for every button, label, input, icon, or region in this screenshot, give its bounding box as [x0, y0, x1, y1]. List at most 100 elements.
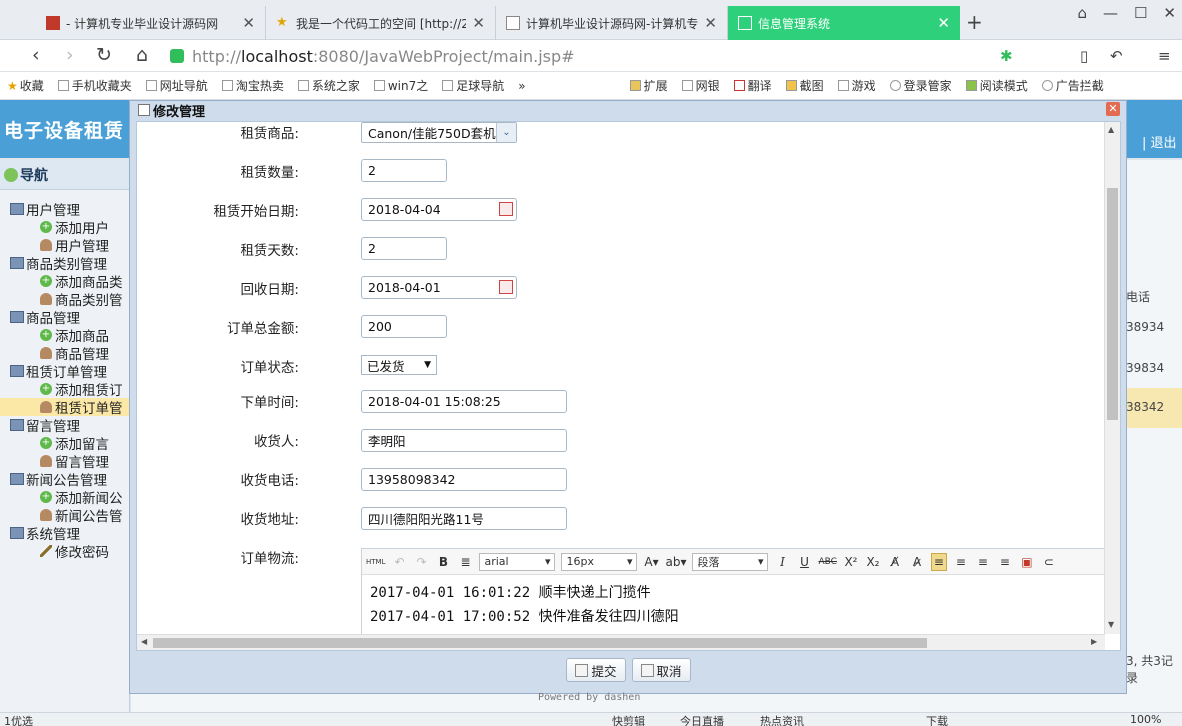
zoom-level[interactable]: 100%: [1130, 713, 1161, 726]
login-manager-button[interactable]: 登录管家: [883, 77, 959, 94]
new-tab-button[interactable]: +: [966, 10, 983, 34]
minimize-icon[interactable]: —: [1103, 4, 1118, 22]
font-family-select[interactable]: arial ▾: [479, 552, 556, 571]
tree-group[interactable]: 商品类别管理: [0, 254, 129, 272]
bookmark-item[interactable]: 足球导航: [435, 77, 511, 94]
clear-format-icon[interactable]: A̸: [887, 553, 903, 571]
submit-button[interactable]: 提交: [566, 658, 626, 682]
tree-group[interactable]: 新闻公告管理: [0, 470, 129, 488]
tree-group[interactable]: 留言管理: [0, 416, 129, 434]
reload-icon[interactable]: ↻: [96, 44, 112, 66]
product-select[interactable]: Canon/佳能750D套机 ⌄: [361, 122, 517, 143]
bookmark-item[interactable]: 手机收藏夹: [51, 77, 139, 94]
browser-tab-4-active[interactable]: 信息管理系统 ✕: [728, 6, 960, 40]
forward-icon[interactable]: ›: [66, 44, 74, 66]
undo-icon[interactable]: ↶: [391, 553, 407, 571]
bookmark-item[interactable]: win7之: [367, 77, 435, 94]
status-item[interactable]: 热点资讯: [760, 713, 804, 726]
phone-input[interactable]: 13958098342: [361, 468, 567, 491]
back-icon[interactable]: ‹: [32, 44, 40, 66]
bookmark-item[interactable]: ★ 收藏: [0, 77, 51, 94]
scroll-right-icon[interactable]: ▶: [1091, 637, 1097, 646]
tree-item[interactable]: 新闻公告管: [0, 506, 129, 524]
align-left-button[interactable]: ≡: [930, 552, 947, 571]
tree-group[interactable]: 租赁订单管理: [0, 362, 129, 380]
tree-item[interactable]: + 添加商品类: [0, 272, 129, 290]
underline-button[interactable]: U: [796, 553, 812, 571]
redo-icon[interactable]: ↷: [413, 553, 429, 571]
status-item[interactable]: 下载: [926, 713, 948, 726]
image-icon[interactable]: ▣: [1019, 553, 1035, 571]
bank-button[interactable]: 网银: [675, 77, 727, 94]
align-center-button[interactable]: ≡: [953, 553, 969, 571]
translate-button[interactable]: 翻译: [727, 77, 779, 94]
close-icon[interactable]: ✕: [704, 14, 717, 32]
calendar-icon[interactable]: [499, 202, 513, 216]
link-icon[interactable]: ⊂: [1041, 553, 1057, 571]
tree-item[interactable]: 商品管理: [0, 344, 129, 362]
days-input[interactable]: 2: [361, 237, 447, 260]
menu-icon[interactable]: ≡: [1158, 47, 1171, 65]
highlight-icon[interactable]: ab▾: [665, 553, 686, 571]
browser-tab-3[interactable]: 计算机毕业设计源码网-计算机专 ✕: [496, 6, 728, 40]
phone-icon[interactable]: ▯: [1080, 47, 1088, 65]
status-item[interactable]: 今日直播: [680, 713, 724, 726]
paragraph-select[interactable]: 段落 ▾: [692, 552, 769, 571]
skin-icon[interactable]: ⌂: [1077, 4, 1087, 22]
close-icon[interactable]: ✕: [472, 14, 485, 32]
address-input[interactable]: 四川德阳阳光路11号: [361, 507, 567, 530]
status-left[interactable]: 1优选: [4, 713, 33, 726]
undo-icon[interactable]: ↶: [1110, 47, 1123, 65]
logistics-editor[interactable]: HTML ↶ ↷ B ≣ arial ▾ 16px ▾ A▾ ab▾ 段落 ▾ I U…: [361, 548, 1105, 634]
format-icon[interactable]: ≣: [457, 553, 473, 571]
tree-item[interactable]: 用户管理: [0, 236, 129, 254]
status-select[interactable]: 已发货 ▼: [361, 355, 437, 375]
html-source-button[interactable]: HTML: [366, 553, 385, 571]
strikethrough-button[interactable]: ABC: [818, 553, 836, 571]
bookmark-item[interactable]: 系统之家: [291, 77, 367, 94]
bookmark-item[interactable]: 淘宝热卖: [215, 77, 291, 94]
tree-item[interactable]: + 添加租赁订: [0, 380, 129, 398]
reader-mode-button[interactable]: 阅读模式: [959, 77, 1035, 94]
return-date-input[interactable]: 2018-04-01: [361, 276, 517, 299]
close-window-icon[interactable]: ✕: [1163, 4, 1176, 22]
total-input[interactable]: 200: [361, 315, 447, 338]
font-color-icon[interactable]: A▾: [643, 553, 659, 571]
browser-tab-2[interactable]: ★ 我是一个代码工的空间 [http://2 ✕: [266, 6, 496, 40]
status-item[interactable]: 快剪辑: [612, 713, 645, 726]
address-bar[interactable]: http:// localhost :8080/JavaWebProject/m…: [170, 44, 990, 68]
vertical-scrollbar[interactable]: ▲ ▼: [1104, 122, 1120, 634]
start-date-input[interactable]: 2018-04-04: [361, 198, 517, 221]
browser-tab-1[interactable]: - 计算机专业毕业设计源码网 ✕: [36, 6, 266, 40]
superscript-button[interactable]: X²: [843, 553, 859, 571]
cancel-button[interactable]: 取消: [631, 658, 691, 682]
maximize-icon[interactable]: ☐: [1134, 4, 1147, 22]
close-icon[interactable]: ✕: [242, 14, 255, 32]
dialog-close-button[interactable]: ✕: [1106, 102, 1120, 116]
adblock-button[interactable]: 广告拦截: [1035, 77, 1111, 94]
close-icon[interactable]: ✕: [937, 14, 950, 32]
editor-content[interactable]: 2017-04-01 16:01:22 顺丰快递上门揽件 2017-04-01 …: [370, 581, 679, 629]
tree-item[interactable]: + 添加留言: [0, 434, 129, 452]
tree-group[interactable]: 用户管理: [0, 200, 129, 218]
tree-item[interactable]: 商品类别管: [0, 290, 129, 308]
scroll-up-icon[interactable]: ▲: [1108, 125, 1114, 134]
extensions-button[interactable]: 扩展: [623, 77, 675, 94]
scroll-down-icon[interactable]: ▼: [1108, 620, 1114, 629]
tree-item[interactable]: 租赁订单管: [0, 398, 129, 416]
home-icon[interactable]: ⌂: [136, 44, 148, 66]
tree-group[interactable]: 商品管理: [0, 308, 129, 326]
scroll-thumb[interactable]: [153, 638, 927, 648]
logout-link[interactable]: | 退出: [1142, 132, 1177, 151]
subscript-button[interactable]: X₂: [865, 553, 881, 571]
calendar-icon[interactable]: [499, 280, 513, 294]
tree-item[interactable]: + 添加用户: [0, 218, 129, 236]
games-button[interactable]: 游戏: [831, 77, 883, 94]
format-brush-icon[interactable]: A̷: [909, 553, 925, 571]
italic-button[interactable]: I: [774, 553, 790, 571]
bookmark-item[interactable]: 网址导航: [139, 77, 215, 94]
qty-input[interactable]: 2: [361, 159, 447, 182]
screenshot-button[interactable]: 截图: [779, 77, 831, 94]
order-time-input[interactable]: 2018-04-01 15:08:25: [361, 390, 567, 413]
speed-icon[interactable]: ✱: [1000, 47, 1013, 65]
